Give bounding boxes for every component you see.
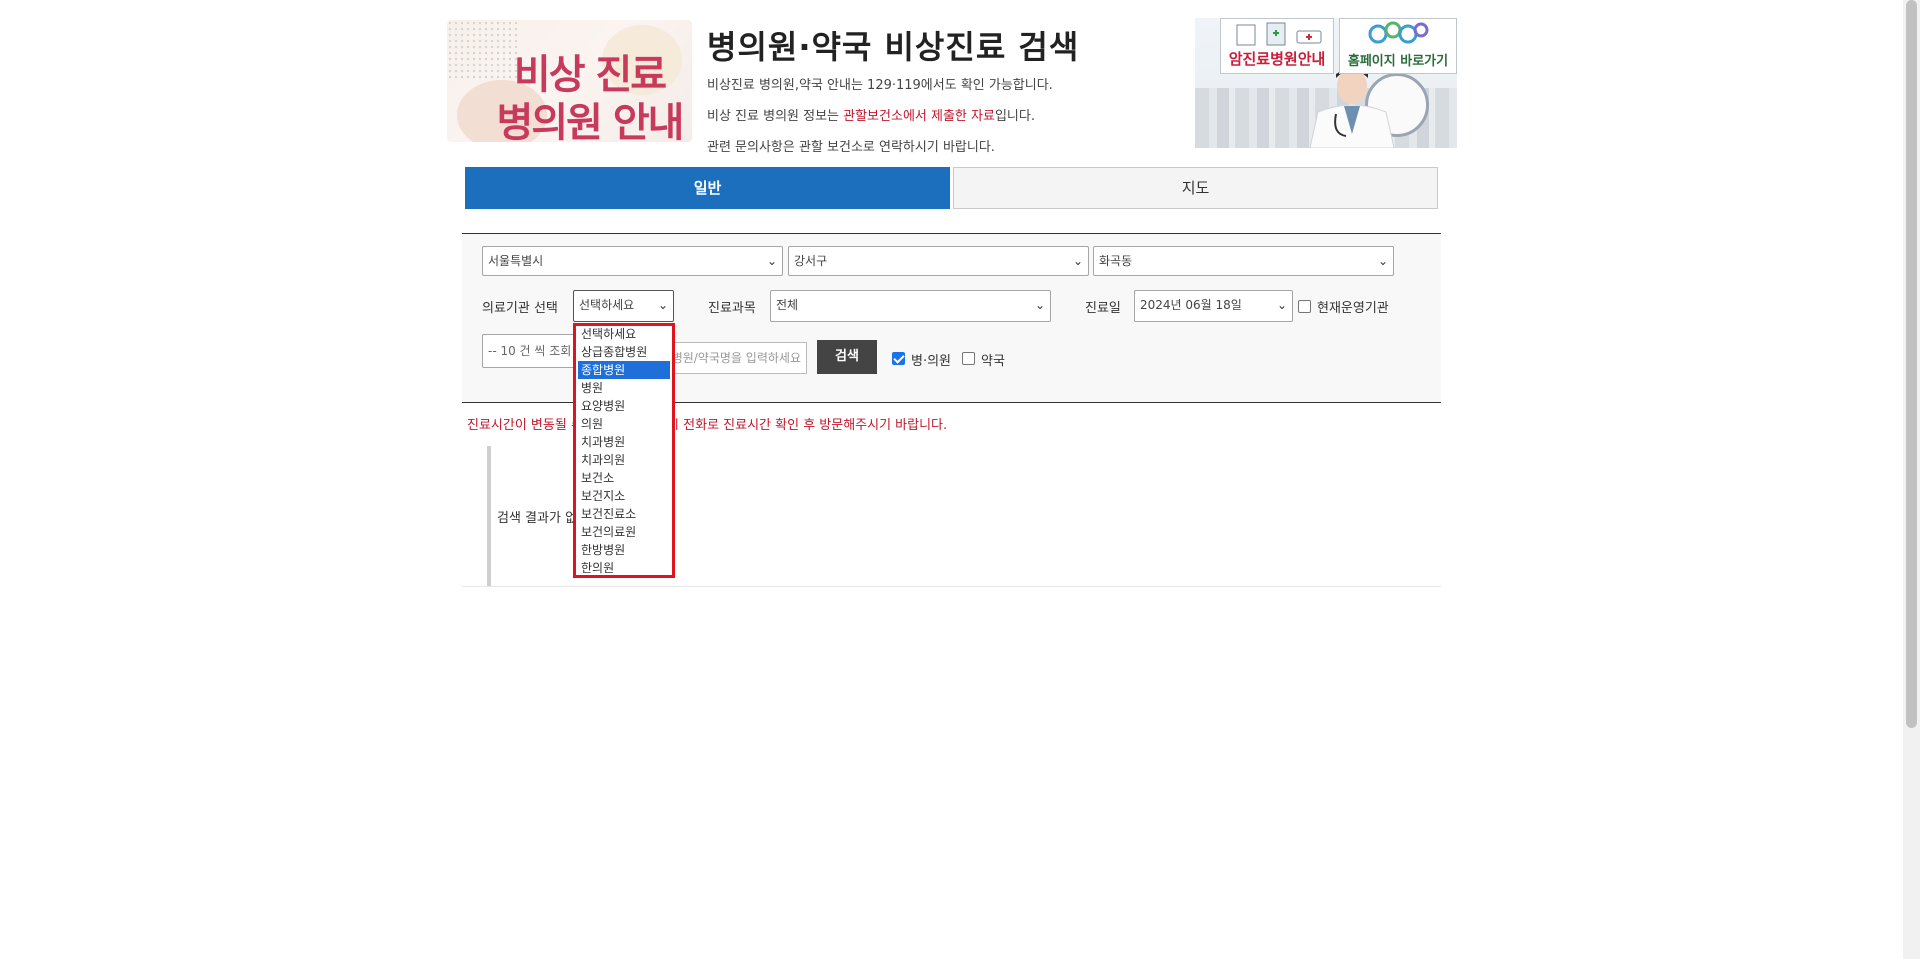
cancer-banner-label: 암진료병원안내 bbox=[1228, 50, 1326, 68]
date-select[interactable]: 2024년 06월 18일 ⌄ bbox=[1134, 290, 1293, 322]
institution-label: 의료기관 선택 bbox=[482, 301, 558, 316]
circles-logo-icon bbox=[1368, 21, 1429, 44]
chevron-down-icon: ⌄ bbox=[1034, 298, 1045, 312]
doctor-illustration bbox=[1309, 68, 1395, 148]
tab-general[interactable]: 일반 bbox=[465, 167, 950, 209]
dropdown-option[interactable]: 치과의원 bbox=[578, 451, 670, 469]
city-select[interactable]: 서울특별시 ⌄ bbox=[482, 246, 783, 276]
dropdown-option[interactable]: 치과병원 bbox=[578, 433, 670, 451]
hospital-checkbox-label: 병·의원 bbox=[911, 354, 952, 369]
date-select-value: 2024년 06월 18일 bbox=[1140, 298, 1242, 312]
dropdown-option[interactable]: 한방병원 bbox=[578, 541, 670, 559]
info-line-2-suffix: 입니다. bbox=[994, 109, 1035, 124]
pharmacy-checkbox-label: 약국 bbox=[981, 354, 1005, 369]
institution-select-value: 선택하세요 bbox=[579, 298, 635, 312]
district-select-value: 강서구 bbox=[794, 254, 828, 268]
dropdown-option[interactable]: 보건소 bbox=[578, 469, 670, 487]
date-label: 진료일 bbox=[1085, 301, 1121, 316]
right-banner: 암진료병원안내 홈페이지 바로가기 bbox=[1195, 18, 1457, 148]
dong-select[interactable]: 화곡동 ⌄ bbox=[1093, 246, 1394, 276]
info-line-2: 비상 진료 병의원 정보는 관할보건소에서 제출한 자료입니다. bbox=[707, 105, 1035, 124]
pharmacy-checkbox[interactable] bbox=[962, 352, 975, 365]
department-label: 진료과목 bbox=[708, 301, 756, 316]
dropdown-option[interactable]: 한의원 bbox=[578, 559, 670, 575]
results-divider bbox=[487, 446, 491, 586]
banner-line2: 병의원 안내 bbox=[496, 100, 685, 142]
page-title: 병의원·약국 비상진료 검색 bbox=[707, 28, 1080, 66]
info-line-1: 비상진료 병의원,약국 안내는 129·119에서도 확인 가능합니다. bbox=[707, 78, 1053, 93]
hospital-icon bbox=[1236, 22, 1322, 46]
dropdown-option[interactable]: 보건지소 bbox=[578, 487, 670, 505]
cancer-hospital-banner[interactable]: 암진료병원안내 bbox=[1220, 18, 1334, 74]
department-select[interactable]: 전체 ⌄ bbox=[770, 290, 1051, 322]
info-line-2-highlight: 관할보건소에서 제출한 자료 bbox=[843, 109, 995, 124]
hospital-checkbox[interactable] bbox=[892, 352, 905, 365]
dropdown-option[interactable]: 상급종합병원 bbox=[578, 343, 670, 361]
search-button[interactable]: 검색 bbox=[817, 340, 877, 374]
department-select-value: 전체 bbox=[776, 298, 799, 312]
info-line-2-text: 비상 진료 병의원 정보는 bbox=[707, 109, 844, 124]
emergency-care-banner: 비상 진료 병의원 안내 bbox=[447, 20, 692, 142]
chevron-down-icon: ⌄ bbox=[766, 254, 777, 268]
chevron-down-icon: ⌄ bbox=[1276, 298, 1287, 312]
chevron-down-icon: ⌄ bbox=[1072, 254, 1083, 268]
dropdown-option[interactable]: 요양병원 bbox=[578, 397, 670, 415]
info-line-3: 관련 문의사항은 관할 보건소로 연락하시기 바랍니다. bbox=[707, 140, 995, 155]
homepage-banner[interactable]: 홈페이지 바로가기 bbox=[1339, 18, 1457, 74]
dropdown-option[interactable]: 보건진료소 bbox=[578, 505, 670, 523]
dropdown-option-highlighted[interactable]: 종합병원 bbox=[578, 361, 670, 379]
institution-select[interactable]: 선택하세요 ⌄ bbox=[573, 290, 674, 322]
per-page-select-value: -- 10 건 씩 조회 bbox=[488, 344, 572, 358]
dropdown-option[interactable]: 의원 bbox=[578, 415, 670, 433]
institution-dropdown-list: 선택하세요 상급종합병원 종합병원 병원 요양병원 의원 치과병원 치과의원 보… bbox=[573, 323, 675, 578]
scrollbar-thumb[interactable] bbox=[1906, 0, 1917, 728]
name-search-placeholder: 병원/약국명을 입력하세요 bbox=[671, 351, 801, 365]
dropdown-option[interactable]: 병원 bbox=[578, 379, 670, 397]
tab-map[interactable]: 지도 bbox=[953, 167, 1438, 209]
homepage-banner-label: 홈페이지 바로가기 bbox=[1347, 54, 1449, 69]
currently-open-checkbox[interactable] bbox=[1298, 300, 1311, 313]
dropdown-option[interactable]: 선택하세요 bbox=[578, 326, 670, 343]
dong-select-value: 화곡동 bbox=[1099, 254, 1133, 268]
notice-text: 진료시간이 변동될 수 있으므로 방문 시 전화로 진료시간 확인 후 방문해주… bbox=[467, 418, 948, 433]
district-select[interactable]: 강서구 ⌄ bbox=[788, 246, 1089, 276]
city-select-value: 서울특별시 bbox=[488, 254, 544, 268]
dropdown-option[interactable]: 보건의료원 bbox=[578, 523, 670, 541]
chevron-down-icon: ⌄ bbox=[657, 298, 668, 312]
currently-open-label: 현재운영기관 bbox=[1317, 301, 1389, 316]
chevron-down-icon: ⌄ bbox=[1377, 254, 1388, 268]
